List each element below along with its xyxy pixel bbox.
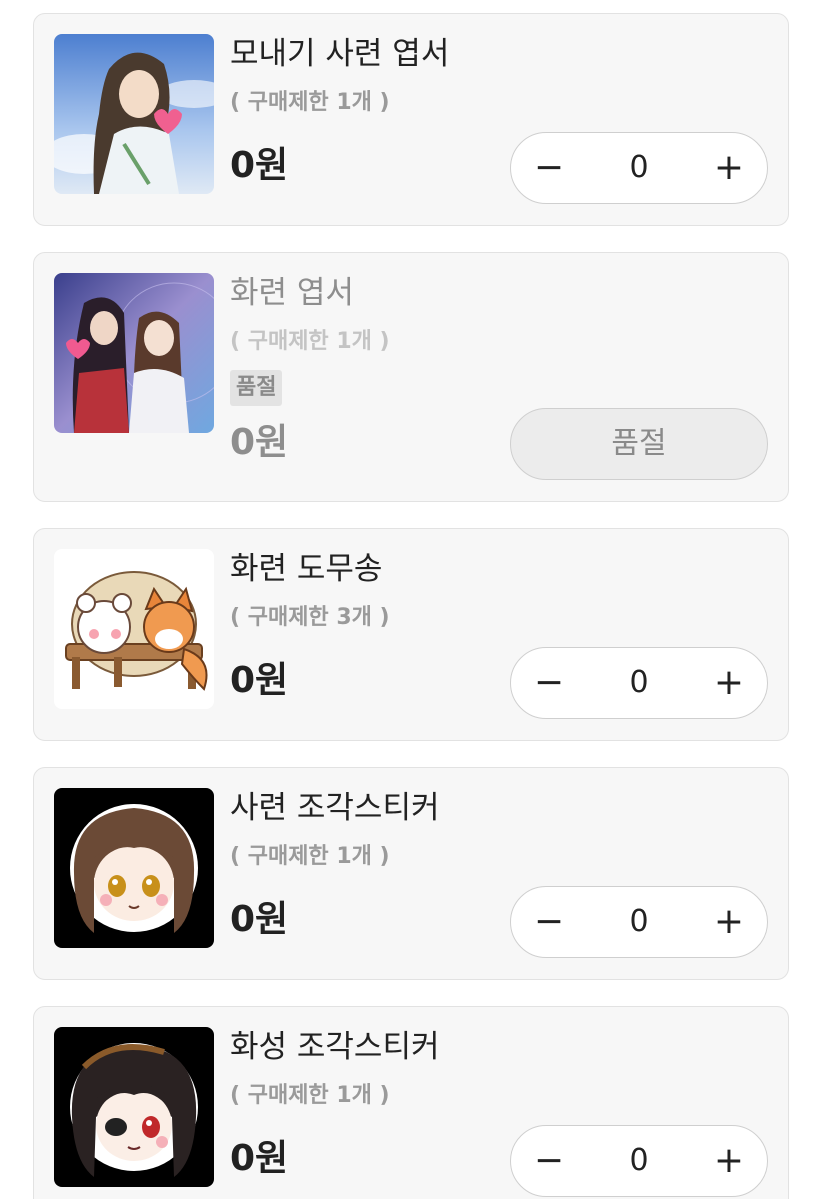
increase-button[interactable]: +: [691, 133, 767, 203]
product-card: 사련 조각스티커 ( 구매제한 1개 ) 0원 − 0 +: [33, 767, 789, 980]
purchase-limit: ( 구매제한 1개 ): [230, 90, 390, 115]
product-price: 0원: [230, 660, 289, 701]
increase-button[interactable]: +: [691, 648, 767, 718]
product-card: 모내기 사련 엽서 ( 구매제한 1개 ) 0원 − 0 +: [33, 13, 789, 226]
decrease-button[interactable]: −: [511, 133, 587, 203]
product-title: 사련 조각스티커: [230, 790, 440, 826]
increase-button[interactable]: +: [691, 887, 767, 957]
quantity-stepper: − 0 +: [510, 1125, 768, 1197]
decrease-button[interactable]: −: [511, 1126, 587, 1196]
quantity-stepper: − 0 +: [510, 132, 768, 204]
purchase-limit: ( 구매제한 1개 ): [230, 329, 390, 354]
chibi-xie-lian-icon[interactable]: [54, 788, 214, 948]
decrease-button[interactable]: −: [511, 887, 587, 957]
product-price: 0원: [230, 1138, 289, 1179]
product-card: 화성 조각스티커 ( 구매제한 1개 ) 0원 − 0 +: [33, 1006, 789, 1199]
increase-button[interactable]: +: [691, 1126, 767, 1196]
bear-fox-sticker-icon[interactable]: [54, 549, 214, 709]
product-card: 화련 엽서 ( 구매제한 1개 ) 품절 0원 품절: [33, 252, 789, 502]
product-price: 0원: [230, 899, 289, 940]
purchase-limit: ( 구매제한 1개 ): [230, 1083, 390, 1108]
product-list: 모내기 사련 엽서 ( 구매제한 1개 ) 0원 − 0 + 화련 엽서 (구…: [0, 0, 823, 1199]
product-card: 화련 도무송 ( 구매제한 3개 ) 0원 − 0 +: [33, 528, 789, 741]
decrease-button[interactable]: −: [511, 648, 587, 718]
soldout-button: 품절: [510, 408, 768, 480]
product-title: 화련 엽서: [230, 275, 354, 311]
product-title: 화련 도무송: [230, 551, 383, 587]
product-price: 0원: [230, 422, 289, 463]
product-title: 모내기 사련 엽서: [230, 36, 450, 72]
quantity-value: 0: [629, 150, 649, 185]
quantity-value: 0: [629, 665, 649, 700]
chibi-hua-cheng-icon[interactable]: [54, 1027, 214, 1187]
product-price: 0원: [230, 145, 289, 186]
quantity-value: 0: [629, 1143, 649, 1178]
soldout-badge: 품절: [230, 370, 283, 406]
couple-illustration-icon[interactable]: [54, 273, 214, 433]
quantity-stepper: − 0 +: [510, 886, 768, 958]
quantity-value: 0: [629, 904, 649, 939]
product-title: 화성 조각스티커: [230, 1029, 440, 1065]
quantity-stepper: − 0 +: [510, 647, 768, 719]
purchase-limit: ( 구매제한 1개 ): [230, 844, 390, 869]
purchase-limit: ( 구매제한 3개 ): [230, 605, 390, 630]
character-illustration-icon[interactable]: [54, 34, 214, 194]
